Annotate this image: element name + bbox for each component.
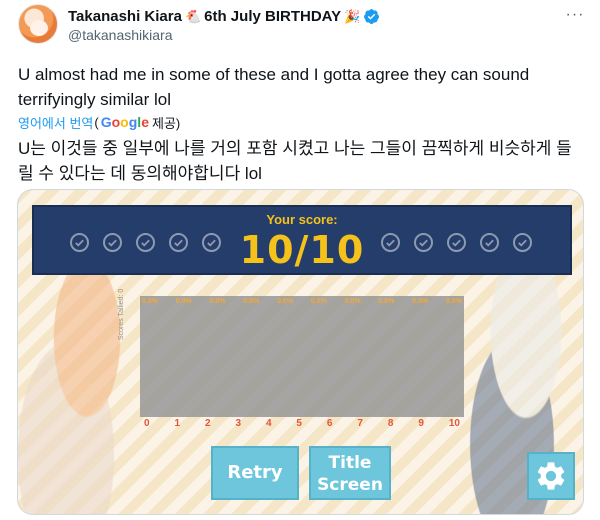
graph-percent-label: 0.0%: [378, 298, 395, 305]
party-popper-emoji: 🎉: [344, 8, 361, 24]
settings-button[interactable]: [527, 452, 575, 500]
score-banner: Your score: 10/10: [32, 205, 572, 275]
translation-attribution: 영어에서 번역 ( Google 제공): [18, 112, 180, 132]
media-image[interactable]: Your score: 10/10 0.0% 0.0% 0.0% 0.0% 0.0% 0.…: [17, 189, 584, 515]
display-name-suffix[interactable]: 6th July BIRTHDAY: [204, 8, 341, 25]
handle[interactable]: @takanashikiara: [68, 27, 173, 43]
x-tick-label: 9: [418, 418, 424, 429]
x-tick-label: 2: [204, 418, 211, 429]
avatar[interactable]: [18, 4, 58, 44]
translate-link[interactable]: 영어에서 번역: [18, 113, 93, 132]
translate-by-suffix: 제공): [151, 115, 181, 131]
graph-percent-label: 0.0%: [412, 298, 429, 305]
tweet-header: Takanashi Kiara 🐔 6th July BIRTHDAY 🎉 @t…: [16, 2, 586, 52]
x-tick-label: 8: [387, 418, 394, 429]
graph-axis-label: Scores Tallied: 0: [118, 288, 125, 340]
chicken-emoji: 🐔: [184, 8, 202, 24]
graph-percent-label: 0.0%: [310, 298, 327, 305]
translated-text: U는 이것들 중 일부에 나를 거의 포함 시켰고 나는 그들이 끔찍하게 비슷…: [18, 139, 572, 183]
x-tick-label: 10: [448, 418, 460, 429]
more-options-icon[interactable]: ···: [564, 6, 586, 24]
verified-badge-icon[interactable]: [363, 8, 380, 25]
graph-percent-label: 0.0%: [277, 298, 294, 305]
checkmark-icon: [513, 233, 532, 252]
score-label: Your score:: [266, 212, 338, 227]
graph-percent-label: 0.0%: [243, 298, 260, 305]
checkmark-icon: [381, 233, 400, 252]
graph-percent-labels: 0.0% 0.0% 0.0% 0.0% 0.0% 0.0% 0.0% 0.0% 0.0% 0.0%: [140, 298, 464, 305]
x-tick-label: 7: [357, 418, 363, 429]
display-name[interactable]: Takanashi Kiara: [68, 8, 182, 25]
checkmark-icon: [480, 233, 499, 252]
checkmark-icon: [447, 233, 466, 252]
name-row: Takanashi Kiara 🐔 6th July BIRTHDAY 🎉: [68, 6, 380, 26]
google-logo: Google: [100, 114, 149, 130]
character-left-illustration: [18, 260, 150, 514]
gear-icon: [537, 462, 565, 490]
checks-right: [381, 233, 532, 252]
score-distribution-graph: [140, 296, 464, 417]
graph-percent-label: 0.0%: [175, 298, 192, 305]
title-screen-label-line2: Screen: [317, 475, 383, 495]
x-tick-label: 4: [265, 418, 272, 429]
title-screen-button[interactable]: Title Screen: [309, 446, 391, 500]
graph-percent-label: 0.0%: [142, 298, 158, 305]
graph-percent-label: 0.0%: [446, 298, 462, 305]
translate-by-prefix: (: [94, 114, 99, 130]
x-tick-label: 5: [296, 418, 302, 429]
retry-button[interactable]: Retry: [211, 446, 299, 500]
graph-percent-label: 0.0%: [344, 298, 361, 305]
x-tick-label: 1: [174, 418, 181, 429]
x-tick-label: 6: [326, 418, 333, 429]
graph-percent-label: 0.0%: [209, 298, 226, 305]
title-screen-label-line1: Title: [328, 453, 372, 473]
tweet-text: U almost had me in some of these and I g…: [18, 65, 530, 109]
x-tick-label: 0: [144, 418, 150, 429]
graph-x-axis: 0 1 2 3 4 5 6 7 8 9 10: [144, 418, 460, 429]
x-tick-label: 3: [235, 418, 242, 429]
checkmark-icon: [414, 233, 433, 252]
